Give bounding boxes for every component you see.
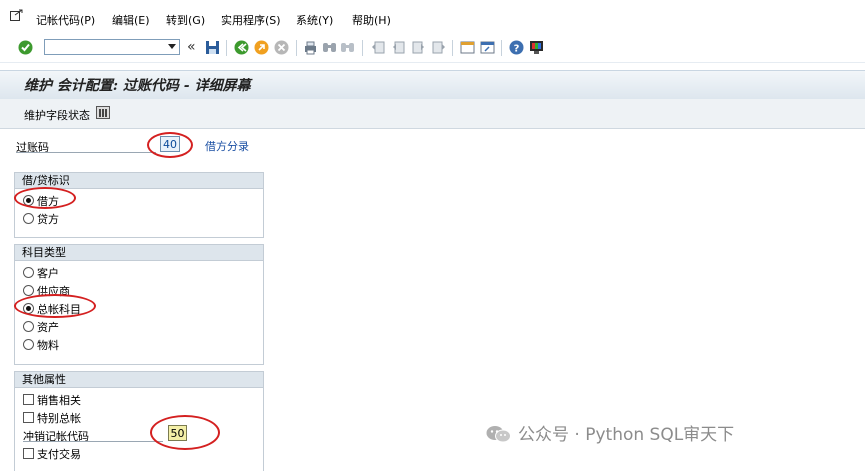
back-icon[interactable] [234,40,249,55]
menu-system[interactable]: 系统(Y) [296,12,333,28]
enter-check-icon[interactable] [18,40,33,55]
shortcut-icon[interactable] [480,40,495,55]
radio-material[interactable]: 物料 [23,337,59,353]
radio-customer[interactable]: 客户 [23,265,59,281]
previous-page-icon[interactable] [391,40,406,55]
menu-bar: 记帐代码(P) 编辑(E) 转到(G) 实用程序(S) 系统(Y) 帮助(H) [0,0,865,34]
maintain-field-status-button[interactable]: 维护字段状态 [24,107,90,123]
payment-transaction-label: 支付交易 [37,448,81,461]
account-type-group-title: 科目类型 [15,245,263,261]
checkbox[interactable] [23,412,34,423]
other-attributes-group: 其他属性 销售相关 特别总帐 冲销记帐代码 支付交易 [14,371,264,471]
system-menu-icon[interactable] [10,9,23,21]
menu-utilities[interactable]: 实用程序(S) [221,12,281,28]
application-toolbar: 维护字段状态 [0,99,865,129]
radio-button[interactable] [23,213,34,224]
chevron-down-icon[interactable] [168,44,176,49]
radio-material-label: 物料 [37,339,59,352]
radio-asset-label: 资产 [37,321,59,334]
field-status-grid-icon[interactable] [96,106,110,119]
screen-title-bar: 维护 会计配置: 过账代码 - 详细屏幕 [0,70,865,99]
radio-button[interactable] [23,339,34,350]
wechat-icon [486,425,512,443]
help-icon[interactable]: ? [509,40,524,55]
exit-icon[interactable] [254,40,269,55]
page-title: 维护 会计配置: 过账代码 - 详细屏幕 [24,78,251,94]
annotation-circle [150,415,220,450]
special-gl-label: 特别总帐 [37,412,81,425]
find-icon[interactable] [322,40,337,55]
checkbox-payment-transaction[interactable]: 支付交易 [23,446,81,462]
new-session-icon[interactable] [460,40,475,55]
checkbox-sales-related[interactable]: 销售相关 [23,392,81,408]
annotation-circle [14,187,76,209]
radio-customer-label: 客户 [37,267,59,280]
menu-goto[interactable]: 转到(G) [166,12,205,28]
first-page-icon[interactable] [371,40,386,55]
menu-posting-key[interactable]: 记帐代码(P) [36,12,95,28]
radio-credit-label: 贷方 [37,213,59,226]
posting-key-description: 借方分录 [205,140,249,153]
checkbox[interactable] [23,448,34,459]
menu-help[interactable]: 帮助(H) [352,12,391,28]
collapse-command-field-icon[interactable]: « [187,39,196,55]
radio-button[interactable] [23,285,34,296]
radio-button[interactable] [23,267,34,278]
watermark-text: 公众号 · Python SQL审天下 [518,425,735,445]
checkbox-special-gl[interactable]: 特别总帐 [23,410,81,426]
customize-layout-icon[interactable] [529,40,544,55]
print-icon[interactable] [303,40,318,55]
annotation-circle [147,132,193,158]
next-page-icon[interactable] [411,40,426,55]
watermark: 公众号 · Python SQL审天下 [486,420,734,445]
annotation-circle [14,294,96,318]
last-page-icon[interactable] [431,40,446,55]
checkbox[interactable] [23,394,34,405]
svg-text:?: ? [514,44,520,55]
find-next-icon[interactable] [340,40,355,55]
radio-credit[interactable]: 贷方 [23,211,59,227]
radio-asset[interactable]: 资产 [23,319,59,335]
menu-edit[interactable]: 编辑(E) [112,12,150,28]
other-attributes-group-title: 其他属性 [15,372,263,388]
save-icon[interactable] [205,40,220,55]
cancel-icon[interactable] [274,40,289,55]
command-field[interactable] [44,39,180,55]
radio-button[interactable] [23,321,34,332]
sales-related-label: 销售相关 [37,394,81,407]
